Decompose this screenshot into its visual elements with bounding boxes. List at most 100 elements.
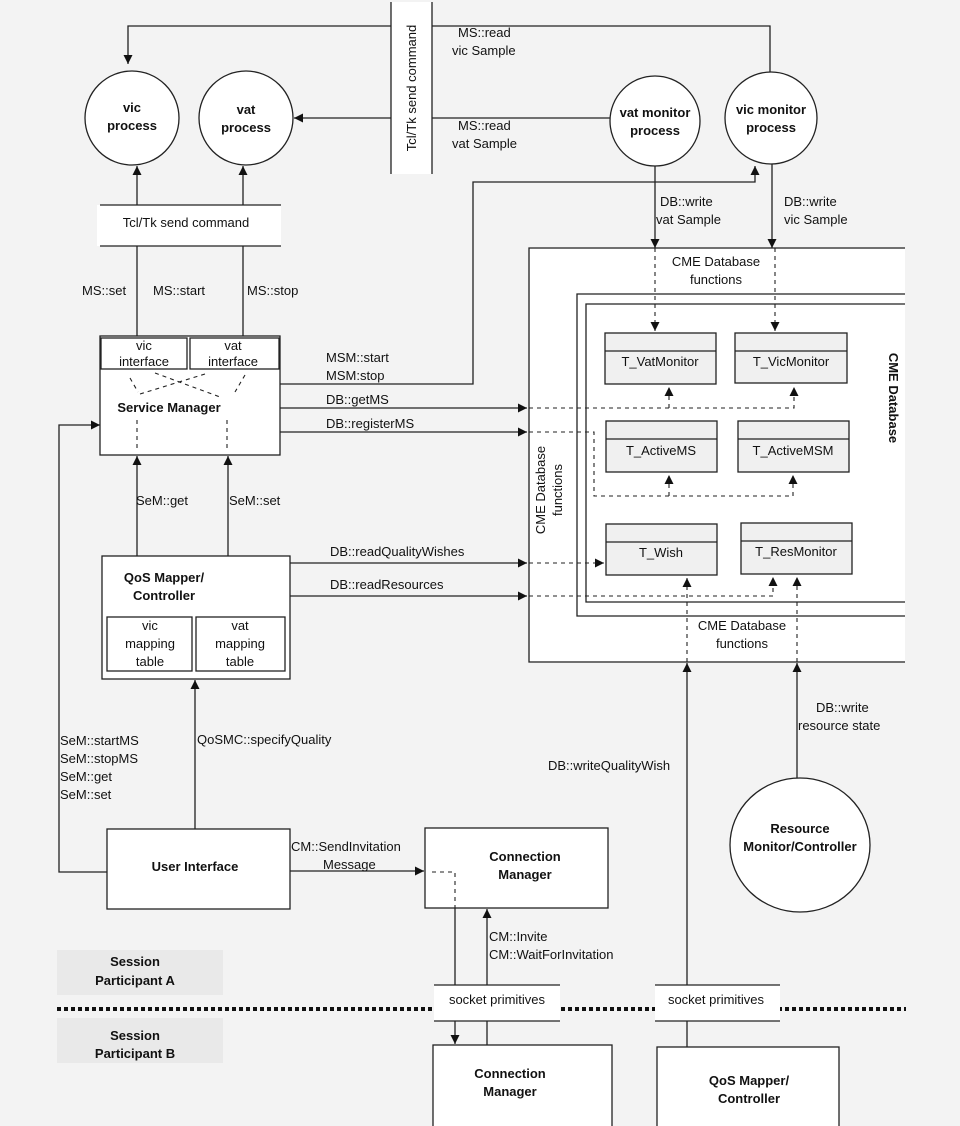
connection-manager-a: Connection Manager bbox=[424, 827, 609, 909]
svg-text:socket primitives: socket primitives bbox=[449, 992, 546, 1007]
label-db-readqualitywishes: DB::readQualityWishes bbox=[330, 544, 465, 559]
service-manager-title: Service Manager bbox=[117, 400, 220, 415]
label-cm-send-2: Message bbox=[323, 857, 376, 872]
table-t-activems: T_ActiveMS bbox=[605, 420, 718, 473]
table-t-vatmonitor: T_VatMonitor bbox=[604, 332, 717, 385]
socket-primitives-a: socket primitives bbox=[434, 984, 560, 1022]
tcltk-vertical-channel: Tcl/Tk send command bbox=[390, 2, 433, 174]
svg-text:vat monitor: vat monitor bbox=[620, 105, 691, 120]
svg-text:Manager: Manager bbox=[483, 1084, 536, 1099]
svg-text:table: table bbox=[226, 654, 254, 669]
participant-a-label-2: Participant A bbox=[95, 973, 175, 988]
tcltk-horizontal-label: Tcl/Tk send command bbox=[123, 215, 249, 230]
svg-text:vat: vat bbox=[231, 618, 249, 633]
label-db-writequalitywish: DB::writeQualityWish bbox=[548, 758, 670, 773]
svg-text:mapping: mapping bbox=[215, 636, 265, 651]
svg-text:CME Database: CME Database bbox=[533, 446, 548, 534]
cme-database-title: CME Database bbox=[886, 353, 901, 443]
svg-text:Monitor/Controller: Monitor/Controller bbox=[743, 839, 856, 854]
label-sem-set: SeM::set bbox=[229, 493, 281, 508]
table-t-activemsm: T_ActiveMSM bbox=[737, 420, 850, 473]
vat-process: vat process bbox=[198, 70, 294, 166]
qos-mapper-b: QoS Mapper/ Controller bbox=[656, 1046, 840, 1126]
svg-text:Connection: Connection bbox=[489, 849, 561, 864]
svg-text:QoS Mapper/: QoS Mapper/ bbox=[124, 570, 205, 585]
system-architecture-diagram: Tcl/Tk send command MS::read vic Sample … bbox=[57, 2, 906, 1126]
label-sem-get-ui: SeM::get bbox=[60, 769, 112, 784]
participant-b-label-2: Participant B bbox=[95, 1046, 175, 1061]
svg-text:process: process bbox=[221, 120, 271, 135]
connection-manager-b: Connection Manager bbox=[432, 1044, 613, 1126]
svg-text:T_VicMonitor: T_VicMonitor bbox=[753, 354, 830, 369]
label-ms-set: MS::set bbox=[82, 283, 126, 298]
label-db-readresources: DB::readResources bbox=[330, 577, 444, 592]
label-ms-stop: MS::stop bbox=[247, 283, 298, 298]
label-ms-read-vic-2: vic Sample bbox=[452, 43, 516, 58]
svg-text:User Interface: User Interface bbox=[152, 859, 239, 874]
svg-text:Connection: Connection bbox=[474, 1066, 546, 1081]
svg-text:process: process bbox=[107, 118, 157, 133]
label-db-write-vic-2: vic Sample bbox=[784, 212, 848, 227]
svg-text:Resource: Resource bbox=[770, 821, 829, 836]
label-db-write-vic-1: DB::write bbox=[784, 194, 837, 209]
label-cm-waitforinvitation: CM::WaitForInvitation bbox=[489, 947, 614, 962]
label-sem-stopms: SeM::stopMS bbox=[60, 751, 138, 766]
label-db-write-resource-2: resource state bbox=[798, 718, 880, 733]
svg-text:T_ActiveMSM: T_ActiveMSM bbox=[753, 443, 834, 458]
user-interface-box: User Interface bbox=[106, 828, 291, 910]
svg-text:CME Database: CME Database bbox=[672, 254, 760, 269]
label-ms-start: MS::start bbox=[153, 283, 205, 298]
arrow-sem-ui bbox=[58, 420, 107, 873]
label-db-registerms: DB::registerMS bbox=[326, 416, 414, 431]
label-msm-stop: MSM:stop bbox=[326, 368, 385, 383]
svg-text:interface: interface bbox=[208, 354, 258, 369]
svg-text:functions: functions bbox=[716, 636, 769, 651]
label-cm-invite: CM::Invite bbox=[489, 929, 548, 944]
label-qosmc: QoSMC::specifyQuality bbox=[197, 732, 332, 747]
svg-text:Manager: Manager bbox=[498, 867, 551, 882]
svg-text:table: table bbox=[136, 654, 164, 669]
table-t-vicmonitor: T_VicMonitor bbox=[734, 332, 848, 384]
table-t-wish: T_Wish bbox=[605, 523, 718, 576]
svg-text:process: process bbox=[630, 123, 680, 138]
label-cm-send-1: CM::SendInvitation bbox=[291, 839, 401, 854]
svg-text:QoS Mapper/: QoS Mapper/ bbox=[709, 1073, 790, 1088]
svg-text:socket primitives: socket primitives bbox=[668, 992, 765, 1007]
socket-primitives-b: socket primitives bbox=[655, 984, 780, 1022]
svg-text:Controller: Controller bbox=[133, 588, 195, 603]
label-ms-read-vic-1: MS::read bbox=[458, 25, 511, 40]
label-db-write-vat-1: DB::write bbox=[660, 194, 713, 209]
label-db-getms: DB::getMS bbox=[326, 392, 389, 407]
participant-b-label-1: Session bbox=[110, 1028, 160, 1043]
tcltk-vertical-label: Tcl/Tk send command bbox=[404, 25, 419, 151]
svg-text:vic: vic bbox=[142, 618, 158, 633]
svg-text:vic: vic bbox=[123, 100, 141, 115]
vic-process: vic process bbox=[84, 70, 180, 166]
svg-text:vat: vat bbox=[224, 338, 242, 353]
label-ms-read-vat-1: MS::read bbox=[458, 118, 511, 133]
svg-text:vic monitor: vic monitor bbox=[736, 102, 806, 117]
tcltk-horizontal-channel: Tcl/Tk send command bbox=[97, 204, 281, 247]
resource-monitor-process: Resource Monitor/Controller bbox=[729, 777, 871, 913]
svg-text:vic: vic bbox=[136, 338, 152, 353]
label-sem-startms: SeM::startMS bbox=[60, 733, 139, 748]
svg-text:T_VatMonitor: T_VatMonitor bbox=[621, 354, 699, 369]
arrow-read-vic bbox=[123, 25, 391, 64]
label-msm-start: MSM::start bbox=[326, 350, 389, 365]
svg-text:functions: functions bbox=[550, 463, 565, 516]
label-db-write-resource-1: DB::write bbox=[816, 700, 869, 715]
svg-text:T_ActiveMS: T_ActiveMS bbox=[626, 443, 696, 458]
svg-text:Controller: Controller bbox=[718, 1091, 780, 1106]
label-sem-get: SeM::get bbox=[136, 493, 188, 508]
table-t-resmonitor: T_ResMonitor bbox=[740, 522, 853, 575]
label-sem-set-ui: SeM::set bbox=[60, 787, 112, 802]
service-manager-box: vic interface vat interface Service Mana… bbox=[99, 335, 281, 456]
svg-text:process: process bbox=[746, 120, 796, 135]
vat-monitor-process: vat monitor process bbox=[609, 75, 701, 167]
svg-text:T_ResMonitor: T_ResMonitor bbox=[755, 544, 837, 559]
svg-text:interface: interface bbox=[119, 354, 169, 369]
label-db-write-vat-2: vat Sample bbox=[656, 212, 721, 227]
vic-monitor-process: vic monitor process bbox=[724, 71, 818, 165]
qos-mapper-box: QoS Mapper/ Controller vic mapping table… bbox=[101, 555, 291, 680]
svg-text:T_Wish: T_Wish bbox=[639, 545, 683, 560]
